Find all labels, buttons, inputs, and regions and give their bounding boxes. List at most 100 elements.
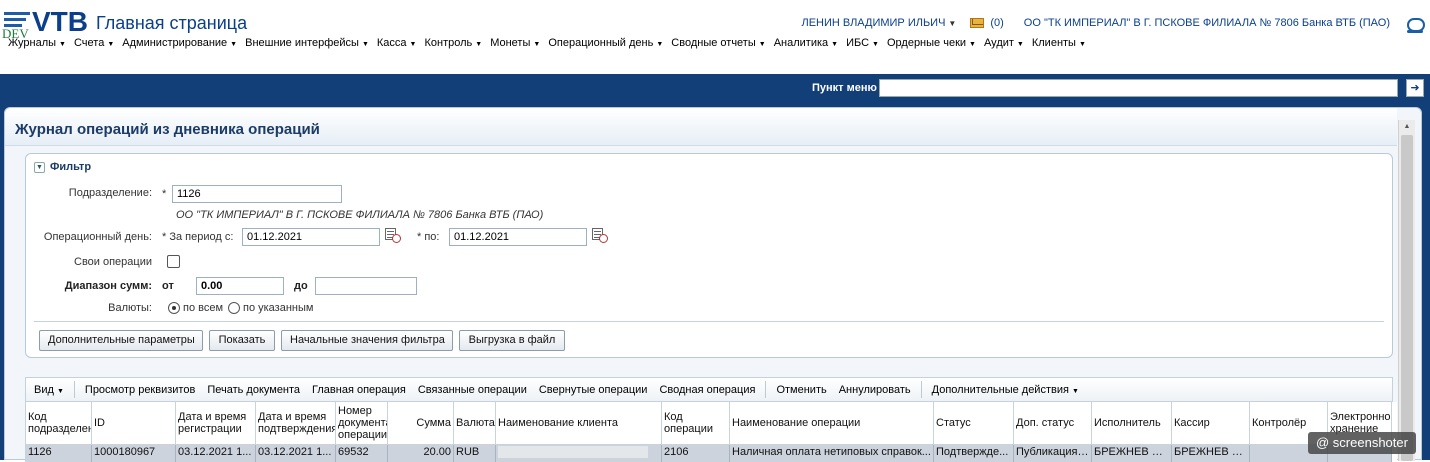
journal-panel: Журнал операций из дневника операций ▲ ▼…	[4, 107, 1422, 462]
more-actions-menu[interactable]: Дополнительные действия ▼	[926, 384, 1085, 396]
menu-item-label: Клиенты	[1031, 37, 1076, 49]
column-header[interactable]: Сумма	[388, 402, 454, 445]
table-cell: 03.12.2021 1...	[256, 445, 336, 462]
chevron-down-icon: ▼	[1078, 41, 1086, 48]
show-button[interactable]: Показать	[209, 330, 275, 351]
table-cell: 03.12.2021 1...	[176, 445, 256, 462]
reset-filter-button[interactable]: Начальные значения фильтра	[281, 330, 453, 351]
summary-op-button[interactable]: Сводная операция	[653, 384, 761, 396]
details-button[interactable]: Просмотр реквизитов	[79, 384, 201, 396]
linked-ops-button[interactable]: Связанные операции	[412, 384, 533, 396]
menu-item-operational-day[interactable]: Операционный день ▼	[544, 37, 667, 49]
column-header[interactable]: Наименование клиента	[496, 402, 662, 445]
menu-item-clients[interactable]: Клиенты ▼	[1028, 37, 1090, 49]
table-cell: БРЕЖНЕВ Л.И.	[1172, 445, 1250, 462]
chevron-down-icon: ▼	[533, 41, 541, 48]
menu-item-administration[interactable]: Администрирование ▼	[118, 37, 241, 49]
mail-icon[interactable]	[970, 18, 985, 28]
logout-icon[interactable]	[1406, 14, 1425, 34]
chevron-down-icon: ▼	[758, 41, 766, 48]
menu-item-cash[interactable]: Касса ▼	[373, 37, 421, 49]
division-name: ОО "ТК ИМПЕРИАЛ" В Г. ПСКОВЕ ФИЛИАЛА № 7…	[176, 209, 544, 221]
current-org: ОО "ТК ИМПЕРИАЛ" В Г. ПСКОВЕ ФИЛИАЛА № 7…	[1023, 17, 1390, 29]
table-cell: БРЕЖНЕВ Л.И.	[1092, 445, 1172, 462]
mail-count[interactable]: (0)	[990, 17, 1003, 29]
view-menu[interactable]: Вид ▼	[26, 384, 70, 396]
period-from-label: * За период с:	[162, 231, 234, 243]
menu-item-coins[interactable]: Монеты ▼	[486, 37, 544, 49]
menu-search-bar: Пункт меню ➜	[0, 74, 1430, 104]
user-name: ЛЕНИН ВЛАДИМИР ИЛЬИЧ	[801, 17, 946, 29]
operations-table: Код подразделенияIDДата и время регистра…	[25, 402, 1397, 462]
menu-search-input[interactable]	[879, 79, 1398, 97]
menu-item-label: Монеты	[490, 37, 531, 49]
vtb-logo[interactable]: VTB DEV	[2, 6, 94, 41]
column-header[interactable]: Дата и время регистрации	[176, 402, 256, 445]
column-header[interactable]: Доп. статус	[1014, 402, 1092, 445]
menu-item-external-interfaces[interactable]: Внешние интерфейсы ▼	[241, 37, 373, 49]
column-header[interactable]: Дата и время подтверждения	[256, 402, 336, 445]
column-header[interactable]: Номер документа операции	[336, 402, 388, 445]
print-button[interactable]: Печать документа	[201, 384, 306, 396]
menu-item-accounts[interactable]: Счета ▼	[70, 37, 118, 49]
logo-vtb-text: VTB	[32, 6, 88, 37]
menu-item-audit[interactable]: Аудит ▼	[980, 37, 1028, 49]
menu-item-label: Администрирование	[122, 37, 228, 49]
division-input[interactable]	[172, 185, 342, 203]
collapsed-ops-button[interactable]: Свернутые операции	[533, 384, 654, 396]
export-button[interactable]: Выгрузка в файл	[459, 330, 565, 351]
menu-item-order-checks[interactable]: Ордерные чеки ▼	[883, 37, 980, 49]
grid-toolbar: Вид ▼ Просмотр реквизитов Печать докумен…	[25, 377, 1393, 402]
calendar-icon[interactable]	[592, 228, 608, 243]
column-header[interactable]: Валюта	[454, 402, 496, 445]
column-header[interactable]: Код подразделения	[26, 402, 92, 445]
period-to-label: * по:	[417, 231, 440, 243]
extra-params-button[interactable]: Дополнительные параметры	[39, 330, 203, 351]
column-header[interactable]: ID	[92, 402, 176, 445]
cancel-button[interactable]: Отменить	[770, 384, 832, 396]
collapse-icon[interactable]: ▼	[34, 161, 45, 173]
currency-selected-radio[interactable]	[228, 302, 240, 314]
divider	[34, 321, 1384, 322]
filter-header[interactable]: ▼ Фильтр	[34, 161, 91, 173]
table-cell: 1000180967	[92, 445, 176, 462]
user-menu[interactable]: ЛЕНИН ВЛАДИМИР ИЛЬИЧ ▼	[801, 17, 956, 29]
column-header[interactable]: Кассир	[1172, 402, 1250, 445]
calendar-icon[interactable]	[385, 228, 401, 243]
currency-all-radio[interactable]	[168, 302, 180, 314]
annul-button[interactable]: Аннулировать	[833, 384, 917, 396]
chevron-down-icon: ▼	[230, 41, 238, 48]
period-to-input[interactable]	[449, 228, 587, 246]
table-row[interactable]: 1126 1000180967 03.12.2021 1... 03.12.2021 …	[26, 445, 1392, 462]
own-ops-checkbox[interactable]	[167, 255, 180, 268]
range-from-input[interactable]	[196, 277, 284, 295]
period-from-input[interactable]	[242, 228, 380, 246]
chevron-down-icon: ▼	[1016, 41, 1024, 48]
column-header[interactable]: Статус	[934, 402, 1014, 445]
chevron-down-icon: ▼	[872, 41, 879, 48]
menu-item-label: Аудит	[983, 37, 1014, 49]
menu-item-analytics[interactable]: Аналитика ▼	[770, 37, 842, 49]
table-header: Код подразделенияIDДата и время регистра…	[26, 402, 1392, 445]
arrow-right-icon[interactable]: ➜	[1406, 79, 1424, 97]
column-header[interactable]: Исполнитель	[1092, 402, 1172, 445]
menu-item-control[interactable]: Контроль ▼	[420, 37, 486, 49]
main-op-button[interactable]: Главная операция	[306, 384, 412, 396]
currency-all-label[interactable]: по всем	[183, 302, 223, 314]
work-area: Журнал операций из дневника операций ▲ ▼…	[0, 104, 1430, 462]
range-to-input[interactable]	[315, 277, 417, 295]
menu-search-label: Пункт меню	[812, 82, 877, 94]
scrollbar-thumb[interactable]	[1401, 135, 1413, 461]
screenshoter-watermark: @ screenshoter	[1308, 432, 1416, 454]
column-header[interactable]: Код операции	[662, 402, 730, 445]
scroll-up-icon[interactable]: ▲	[1399, 120, 1415, 134]
table-cell: 20.00	[388, 445, 454, 462]
column-header[interactable]: Наименование операции	[730, 402, 934, 445]
table-cell: Публикация ...	[1014, 445, 1092, 462]
menu-item-ibs[interactable]: ИБС ▼	[842, 37, 883, 49]
table-cell: 69532	[336, 445, 388, 462]
menu-item-journals[interactable]: Журналы ▼	[4, 37, 70, 49]
menu-item-summary-reports[interactable]: Сводные отчеты ▼	[667, 37, 769, 49]
currency-selected-label[interactable]: по указанным	[243, 302, 313, 314]
vertical-scrollbar[interactable]: ▲	[1398, 120, 1415, 461]
